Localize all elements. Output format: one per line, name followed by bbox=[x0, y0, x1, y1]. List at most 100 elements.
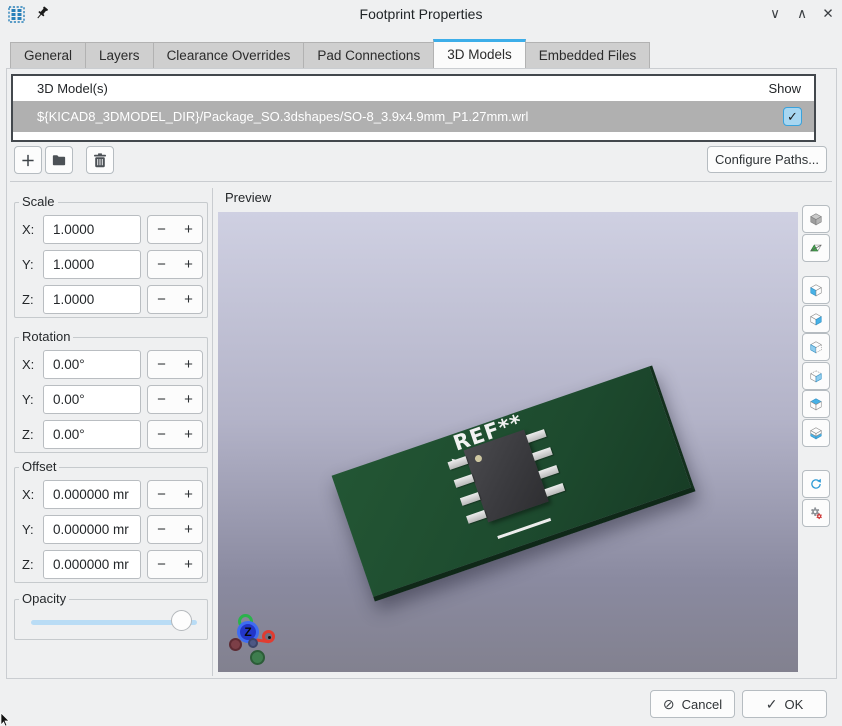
cancel-label: Cancel bbox=[682, 697, 722, 712]
scale-z-increment-button[interactable]: + bbox=[175, 286, 202, 313]
rotation-x-increment-button[interactable]: + bbox=[175, 351, 202, 378]
rotation-y-decrement-button[interactable]: − bbox=[148, 386, 175, 413]
offset-group: Offset X: − + Y: − + Z: − + bbox=[14, 467, 208, 583]
tab-3d-models[interactable]: 3D Models bbox=[433, 39, 526, 69]
offset-y-increment-button[interactable]: + bbox=[175, 516, 202, 543]
shade-window-button[interactable]: ∨ bbox=[764, 3, 786, 25]
cancel-button[interactable]: ⊘ Cancel bbox=[650, 690, 735, 718]
cube-bottom-face-icon bbox=[809, 423, 823, 443]
ok-icon: ✓ bbox=[766, 696, 778, 713]
chip-lead bbox=[545, 483, 566, 497]
model-list-header: 3D Model(s) Show bbox=[13, 76, 814, 101]
tab-pad-connections[interactable]: Pad Connections bbox=[304, 42, 434, 69]
scale-y-input[interactable] bbox=[43, 250, 141, 279]
rotation-group: Rotation X: − + Y: − + Z: − + bbox=[14, 337, 208, 453]
model-row[interactable]: ${KICAD8_3DMODEL_DIR}/Package_SO.3dshape… bbox=[13, 101, 814, 132]
scale-legend: Scale bbox=[19, 194, 58, 209]
ok-button[interactable]: ✓ OK bbox=[742, 690, 827, 718]
scale-y-label: Y: bbox=[22, 257, 34, 272]
model-show-checkbox[interactable]: ✓ bbox=[783, 107, 802, 126]
opacity-legend: Opacity bbox=[19, 591, 69, 606]
scale-y-spinner: − + bbox=[147, 250, 203, 279]
rotation-y-input[interactable] bbox=[43, 385, 141, 414]
chip-lead bbox=[454, 474, 475, 488]
preview-settings-button[interactable] bbox=[802, 499, 830, 527]
rotation-z-decrement-button[interactable]: − bbox=[148, 421, 175, 448]
refresh-icon bbox=[809, 474, 823, 494]
close-window-button[interactable]: ✕ bbox=[817, 3, 839, 25]
rotation-z-input[interactable] bbox=[43, 420, 141, 449]
scale-z-input[interactable] bbox=[43, 285, 141, 314]
titlebar: Footprint Properties ∨ ∧ ✕ bbox=[0, 0, 842, 28]
rotation-z-label: Z: bbox=[22, 427, 34, 442]
view-right-button[interactable] bbox=[802, 305, 830, 333]
view-front-button[interactable] bbox=[802, 333, 830, 361]
pcb-board: REF** bbox=[332, 365, 696, 601]
offset-z-decrement-button[interactable]: − bbox=[148, 551, 175, 578]
mouse-cursor bbox=[0, 712, 13, 726]
tab-layers[interactable]: Layers bbox=[86, 42, 154, 69]
rotation-x-input[interactable] bbox=[43, 350, 141, 379]
opacity-slider-thumb[interactable] bbox=[171, 610, 192, 631]
view-back-button[interactable] bbox=[802, 362, 830, 390]
view-bottom-button[interactable] bbox=[802, 419, 830, 447]
offset-y-spinner: − + bbox=[147, 515, 203, 544]
rotation-x-decrement-button[interactable]: − bbox=[148, 351, 175, 378]
cube-top-face-icon bbox=[809, 394, 823, 414]
offset-legend: Offset bbox=[19, 459, 59, 474]
offset-x-input[interactable] bbox=[43, 480, 141, 509]
offset-x-decrement-button[interactable]: − bbox=[148, 481, 175, 508]
scale-group: Scale X: − + Y: − + Z: − + bbox=[14, 202, 208, 318]
gray-cube-icon bbox=[809, 209, 823, 229]
scale-y-decrement-button[interactable]: − bbox=[148, 251, 175, 278]
maximize-window-button[interactable]: ∧ bbox=[791, 3, 813, 25]
preview-legend: Preview bbox=[225, 190, 271, 205]
offset-z-increment-button[interactable]: + bbox=[175, 551, 202, 578]
offset-y-input[interactable] bbox=[43, 515, 141, 544]
rotation-y-spinner: − + bbox=[147, 385, 203, 414]
view-left-button[interactable] bbox=[802, 276, 830, 304]
offset-y-decrement-button[interactable]: − bbox=[148, 516, 175, 543]
cube-right-face-icon bbox=[809, 309, 823, 329]
isometric-view-button[interactable] bbox=[802, 205, 830, 233]
tab-embedded-files[interactable]: Embedded Files bbox=[526, 42, 651, 69]
reload-view-button[interactable] bbox=[802, 470, 830, 498]
scale-z-decrement-button[interactable]: − bbox=[148, 286, 175, 313]
tab-clearance-overrides[interactable]: Clearance Overrides bbox=[154, 42, 305, 69]
browse-model-button[interactable] bbox=[45, 146, 73, 174]
offset-x-label: X: bbox=[22, 487, 34, 502]
rotation-y-label: Y: bbox=[22, 392, 34, 407]
view-top-button[interactable] bbox=[802, 390, 830, 418]
axis-x-negative bbox=[229, 638, 242, 651]
pin1-dot bbox=[474, 454, 483, 463]
chip-lead bbox=[460, 492, 481, 506]
scale-x-increment-button[interactable]: + bbox=[175, 216, 202, 243]
rotation-z-increment-button[interactable]: + bbox=[175, 421, 202, 448]
gears-icon bbox=[809, 503, 823, 523]
chip-lead bbox=[526, 429, 547, 443]
column-header-model: 3D Model(s) bbox=[37, 76, 108, 101]
chip-lead bbox=[532, 447, 553, 461]
scale-x-decrement-button[interactable]: − bbox=[148, 216, 175, 243]
cube-front-face-icon bbox=[809, 337, 823, 357]
offset-x-increment-button[interactable]: + bbox=[175, 481, 202, 508]
preview-3d-viewport[interactable]: REF** Z bbox=[218, 212, 798, 672]
board-plane-button[interactable] bbox=[802, 234, 830, 262]
offset-z-input[interactable] bbox=[43, 550, 141, 579]
offset-x-spinner: − + bbox=[147, 480, 203, 509]
tab-general[interactable]: General bbox=[10, 42, 86, 69]
chip-lead bbox=[466, 510, 487, 524]
rotation-z-spinner: − + bbox=[147, 420, 203, 449]
cube-back-face-icon bbox=[809, 366, 823, 386]
panel-splitter[interactable] bbox=[212, 188, 213, 676]
axis-y-negative bbox=[250, 650, 265, 665]
delete-model-button[interactable] bbox=[86, 146, 114, 174]
rotation-y-increment-button[interactable]: + bbox=[175, 386, 202, 413]
add-model-button[interactable] bbox=[14, 146, 42, 174]
model-path: ${KICAD8_3DMODEL_DIR}/Package_SO.3dshape… bbox=[37, 101, 528, 132]
scale-y-increment-button[interactable]: + bbox=[175, 251, 202, 278]
scale-x-input[interactable] bbox=[43, 215, 141, 244]
scale-x-spinner: − + bbox=[147, 215, 203, 244]
window-title: Footprint Properties bbox=[0, 0, 842, 28]
configure-paths-button[interactable]: Configure Paths... bbox=[707, 146, 827, 173]
